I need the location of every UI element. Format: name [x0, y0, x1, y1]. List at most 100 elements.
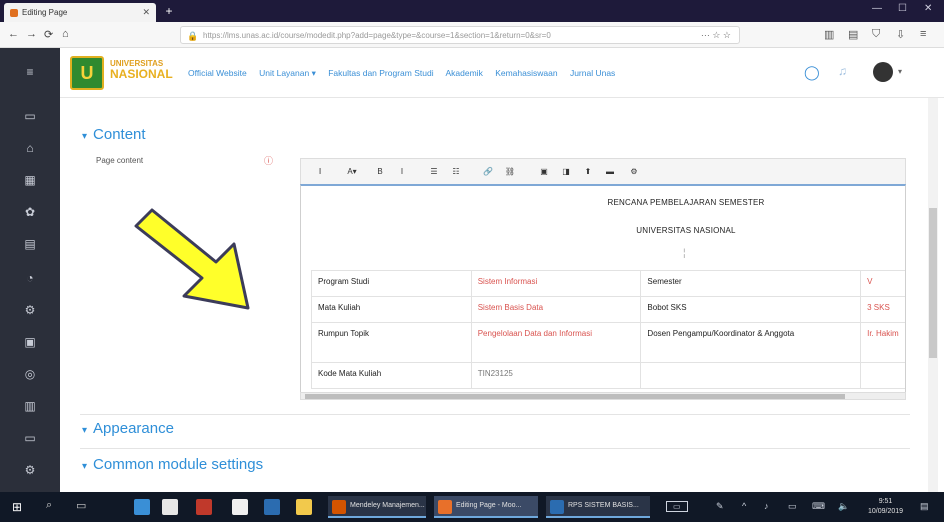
table-cell[interactable]: Ir. Hakim: [860, 322, 905, 363]
unordered-list-button[interactable]: ☰: [427, 166, 441, 178]
new-tab-button[interactable]: +: [162, 4, 176, 18]
volume-icon[interactable]: ♪: [764, 501, 769, 511]
library-icon[interactable]: ▥: [824, 28, 834, 41]
page-content-editor[interactable]: RENCANA PEMBELAJARAN SEMESTER UNIVERSITA…: [300, 184, 906, 400]
content-section-header[interactable]: ▾ Content: [82, 126, 146, 143]
calendar-icon[interactable]: ▦: [22, 172, 38, 188]
settings-icon[interactable]: ⚙: [22, 302, 38, 318]
home-icon[interactable]: ⌂: [22, 140, 38, 156]
image-button[interactable]: ▣: [537, 166, 551, 178]
nav-jurnal-unas[interactable]: Jurnal Unas: [570, 68, 615, 78]
nav-akademik[interactable]: Akademik: [446, 68, 483, 78]
chat-icon[interactable]: ◯: [804, 64, 820, 81]
battery-icon[interactable]: ▭: [666, 501, 688, 512]
bold-button[interactable]: B: [373, 166, 387, 178]
record-button[interactable]: ▬: [603, 166, 617, 178]
page-actions-icon[interactable]: ··· ☆ ☆: [701, 30, 731, 41]
table-cell[interactable]: Pengelolaan Data dan Informasi: [470, 322, 642, 363]
system-clock[interactable]: 9:51 10/09/2019: [868, 497, 903, 517]
taskbar-app-word-doc[interactable]: RPS SISTEM BASIS...: [546, 496, 650, 518]
nav-kemahasiswaan[interactable]: Kemahasiswaan: [495, 68, 557, 78]
appearance-section-header[interactable]: ▾ Appearance: [82, 420, 174, 437]
italic-button[interactable]: I: [395, 166, 409, 178]
table-cell[interactable]: V: [860, 270, 905, 297]
pen-icon[interactable]: ✎: [716, 501, 724, 512]
forward-button[interactable]: →: [26, 28, 37, 40]
page-scrollbar[interactable]: [928, 98, 938, 492]
table-cell[interactable]: Dosen Pengampu/Koordinator & Anggota: [640, 322, 862, 363]
network-icon[interactable]: ▭: [788, 501, 797, 512]
hamburger-icon[interactable]: ≡: [22, 64, 38, 80]
explorer-icon[interactable]: [162, 499, 178, 515]
ordered-list-button[interactable]: ☷: [449, 166, 463, 178]
table-cell[interactable]: TIN23125: [470, 362, 642, 389]
editor-horizontal-scrollbar[interactable]: [300, 392, 906, 400]
nav-official-website[interactable]: Official Website: [188, 68, 247, 78]
table-cell[interactable]: Program Studi: [311, 270, 472, 297]
keyboard-icon[interactable]: ⌨: [812, 501, 825, 512]
site-admin-icon[interactable]: ▣: [22, 334, 38, 350]
user-menu-caret-icon[interactable]: ▾: [898, 67, 902, 76]
table-cell[interactable]: Mata Kuliah: [311, 296, 472, 323]
avatar[interactable]: [873, 62, 893, 82]
badges-icon[interactable]: ▭: [22, 430, 38, 446]
table-row: Kode Mata Kuliah TIN23125: [311, 362, 905, 389]
reader-icon[interactable]: ▤: [848, 28, 858, 41]
table-cell[interactable]: Bobot SKS: [640, 296, 862, 323]
windows-start-icon[interactable]: ⊞: [12, 499, 28, 515]
university-logo[interactable]: U: [70, 56, 104, 90]
printer-icon[interactable]: [232, 499, 248, 515]
upload-button[interactable]: ⬆: [581, 166, 595, 178]
window-minimize-button[interactable]: —: [872, 3, 882, 14]
address-bar[interactable]: 🔒 https://lms.unas.ac.id/course/modedit.…: [180, 26, 740, 44]
download-icon[interactable]: ⇩: [896, 28, 905, 41]
dashboard-icon[interactable]: ▭: [22, 108, 38, 124]
table-cell[interactable]: Rumpun Topik: [311, 322, 472, 363]
folder-icon[interactable]: [296, 499, 312, 515]
search-icon[interactable]: ⌕: [46, 499, 62, 515]
speaker-icon[interactable]: 🔈: [838, 501, 849, 512]
tray-expand-icon[interactable]: ^: [742, 501, 746, 511]
messages-icon[interactable]: ◎: [22, 366, 38, 382]
window-maximize-button[interactable]: ☐: [898, 3, 907, 14]
store-icon[interactable]: [134, 499, 150, 515]
nav-fakultas[interactable]: Fakultas dan Program Studi: [328, 68, 433, 78]
taskbar-app-firefox[interactable]: Editing Page - Moo...: [434, 496, 538, 518]
window-close-button[interactable]: ✕: [924, 3, 932, 14]
link-button[interactable]: 🔗: [481, 166, 495, 178]
gear-icon[interactable]: ⚙: [22, 462, 38, 478]
scrollbar-thumb[interactable]: [929, 208, 937, 358]
notification-icon[interactable]: ▤: [920, 501, 929, 512]
table-cell[interactable]: Sistem Basis Data: [470, 296, 642, 323]
word-icon[interactable]: [264, 499, 280, 515]
reload-button[interactable]: ⟳: [44, 28, 53, 41]
taskbar-app-mendeley[interactable]: Mendeley Manajemen...: [328, 496, 426, 518]
media-button[interactable]: ◨: [559, 166, 573, 178]
courses-icon[interactable]: ▤: [22, 236, 38, 252]
manage-files-button[interactable]: ⚙: [627, 166, 641, 178]
pdf-reader-icon[interactable]: [196, 499, 212, 515]
table-cell[interactable]: Semester: [640, 270, 862, 297]
tab-editing-page[interactable]: Editing Page ✕: [4, 3, 156, 22]
home-button[interactable]: ⌂: [62, 28, 69, 40]
table-cell[interactable]: 3 SKS: [860, 296, 905, 323]
table-cell[interactable]: [860, 362, 905, 389]
files-icon[interactable]: ✿: [22, 204, 38, 220]
task-view-icon[interactable]: ▭: [76, 499, 92, 515]
grades-icon[interactable]: ◔: [22, 270, 38, 286]
menu-icon[interactable]: ≡: [920, 28, 926, 40]
back-button[interactable]: ←: [8, 28, 19, 40]
toolbar-toggle-button[interactable]: Ⅰ: [313, 166, 327, 178]
shield-icon[interactable]: ⛉: [872, 28, 880, 41]
scrollbar-thumb[interactable]: [305, 394, 845, 399]
table-cell[interactable]: [640, 362, 862, 389]
bell-icon[interactable]: ♫: [838, 64, 847, 78]
table-cell[interactable]: Kode Mata Kuliah: [311, 362, 472, 389]
tab-close-icon[interactable]: ✕: [142, 7, 150, 18]
paragraph-style-button[interactable]: A▾: [341, 166, 363, 178]
unlink-button[interactable]: ⛓: [503, 166, 517, 178]
reports-icon[interactable]: ▥: [22, 398, 38, 414]
nav-unit-layanan[interactable]: Unit Layanan ▾: [259, 68, 316, 78]
table-cell[interactable]: Sistem Informasi: [470, 270, 642, 297]
common-module-settings-header[interactable]: ▾ Common module settings: [82, 456, 263, 473]
